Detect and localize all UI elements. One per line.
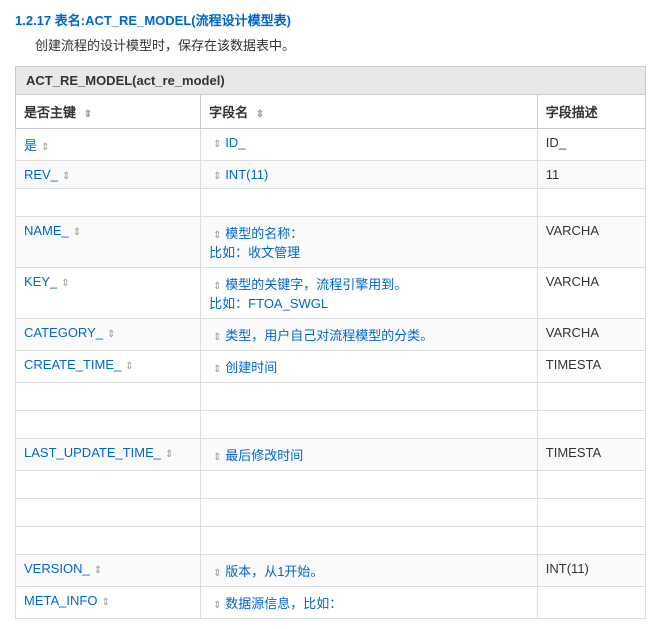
cell-field: ⇕ 模型的关键字，流程引擎用到。比如：FTOA_SWGL [201, 268, 538, 319]
table-row: 是⇕⇕ ID_ID_ [16, 129, 646, 161]
table-row: REV_⇕⇕ INT(11)11 [16, 161, 646, 189]
cell-desc: TIMESTA [537, 439, 645, 471]
table-row: CATEGORY_⇕⇕ 类型，用户自己对流程模型的分类。VARCHA [16, 319, 646, 351]
data-table: 是否主键 ⇕ 字段名 ⇕ 字段描述 是⇕⇕ ID_ID_REV_⇕⇕ INT(1… [15, 94, 646, 619]
sort-icon-row-pk[interactable]: ⇕ [165, 449, 173, 460]
cell-desc: VARCHA [537, 268, 645, 319]
sort-icon-row-pk[interactable]: ⇕ [62, 171, 70, 182]
table-row [16, 411, 646, 439]
table-row: LAST_UPDATE_TIME_⇕⇕ 最后修改时间TIMESTA [16, 439, 646, 471]
cell-field: ⇕ ID_ [201, 129, 538, 161]
sort-icon-row-field[interactable]: ⇕ [213, 600, 221, 611]
cell-pk: LAST_UPDATE_TIME_⇕ [16, 439, 201, 471]
cell-desc: TIMESTA [537, 351, 645, 383]
sort-icon-row-field[interactable]: ⇕ [213, 568, 221, 579]
table-row [16, 383, 646, 411]
cell-desc: VARCHA [537, 319, 645, 351]
sort-icon-row-pk[interactable]: ⇕ [41, 142, 49, 153]
table-row [16, 189, 646, 217]
sort-icon-row-field[interactable]: ⇕ [213, 364, 221, 375]
sort-icon-row-pk[interactable]: ⇕ [94, 565, 102, 576]
sort-icon-row-pk[interactable]: ⇕ [61, 278, 69, 289]
cell-pk: CREATE_TIME_⇕ [16, 351, 201, 383]
cell-field: ⇕ 最后修改时间 [201, 439, 538, 471]
cell-field: ⇕ 数据源信息，比如： [201, 587, 538, 619]
table-title: ACT_RE_MODEL(act_re_model) [15, 66, 646, 94]
th-desc: 字段描述 [537, 95, 645, 129]
table-row [16, 499, 646, 527]
cell-desc: INT(11) [537, 555, 645, 587]
cell-pk: META_INFO⇕ [16, 587, 201, 619]
table-row: META_INFO⇕⇕ 数据源信息，比如： [16, 587, 646, 619]
sort-icon-pk[interactable]: ⇕ [84, 109, 92, 120]
cell-desc: ID_ [537, 129, 645, 161]
cell-desc: VARCHA [537, 217, 645, 268]
cell-field: ⇕ 模型的名称：比如：收文管理 [201, 217, 538, 268]
sort-icon-row-field[interactable]: ⇕ [213, 139, 221, 150]
cell-desc [537, 587, 645, 619]
table-row: NAME_⇕⇕ 模型的名称：比如：收文管理VARCHA [16, 217, 646, 268]
cell-field: ⇕ INT(11) [201, 161, 538, 189]
cell-desc: 11 [537, 161, 645, 189]
sort-icon-row-pk[interactable]: ⇕ [107, 329, 115, 340]
cell-pk: 是⇕ [16, 129, 201, 161]
sort-icon-field[interactable]: ⇕ [256, 109, 264, 120]
sort-icon-row-field[interactable]: ⇕ [213, 171, 221, 182]
table-row [16, 527, 646, 555]
sort-icon-row-field[interactable]: ⇕ [213, 332, 221, 343]
cell-field: ⇕ 版本，从1开始。 [201, 555, 538, 587]
table-row: KEY_⇕⇕ 模型的关键字，流程引擎用到。比如：FTOA_SWGLVARCHA [16, 268, 646, 319]
cell-pk: REV_⇕ [16, 161, 201, 189]
table-row [16, 471, 646, 499]
th-field: 字段名 ⇕ [201, 95, 538, 129]
sort-icon-row-pk[interactable]: ⇕ [101, 597, 109, 608]
cell-field: ⇕ 创建时间 [201, 351, 538, 383]
page-container: 1.2.17 表名:ACT_RE_MODEL(流程设计模型表) 创建流程的设计模… [0, 0, 661, 629]
sort-icon-row-field[interactable]: ⇕ [213, 281, 221, 292]
th-pk: 是否主键 ⇕ [16, 95, 201, 129]
table-header-row: 是否主键 ⇕ 字段名 ⇕ 字段描述 [16, 95, 646, 129]
sort-icon-row-field[interactable]: ⇕ [213, 230, 221, 241]
cell-pk: VERSION_⇕ [16, 555, 201, 587]
cell-pk: NAME_⇕ [16, 217, 201, 268]
sort-icon-row-pk[interactable]: ⇕ [125, 361, 133, 372]
table-row: CREATE_TIME_⇕⇕ 创建时间TIMESTA [16, 351, 646, 383]
sort-icon-row-pk[interactable]: ⇕ [73, 227, 81, 238]
page-subtitle: 创建流程的设计模型时，保存在该数据表中。 [15, 35, 646, 54]
table-row: VERSION_⇕⇕ 版本，从1开始。INT(11) [16, 555, 646, 587]
cell-pk: KEY_⇕ [16, 268, 201, 319]
sort-icon-row-field[interactable]: ⇕ [213, 452, 221, 463]
cell-field: ⇕ 类型，用户自己对流程模型的分类。 [201, 319, 538, 351]
cell-pk: CATEGORY_⇕ [16, 319, 201, 351]
page-title: 1.2.17 表名:ACT_RE_MODEL(流程设计模型表) [15, 10, 646, 29]
